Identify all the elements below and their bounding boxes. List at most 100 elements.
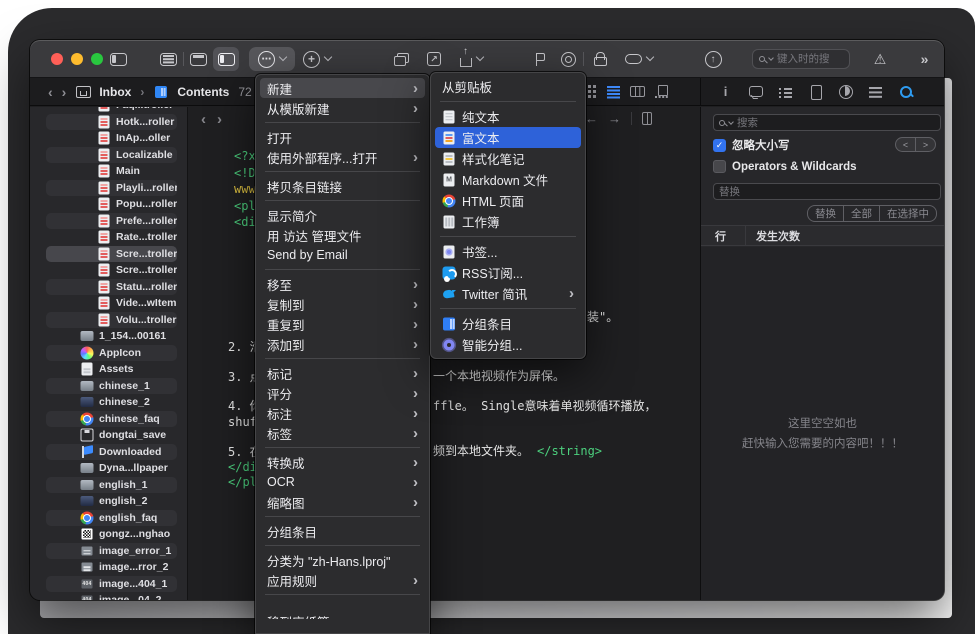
menu-item[interactable]: 添加到 (260, 334, 425, 354)
checkbox-checked-icon[interactable] (713, 139, 726, 152)
list-item[interactable]: chinese_faq (46, 411, 177, 428)
list-item[interactable]: image...04_2 (46, 592, 177, 600)
menu-item[interactable]: 用 访达 管理文件 (260, 225, 425, 245)
list-item[interactable]: Faq...troller (46, 107, 177, 114)
list-item[interactable]: Main (46, 163, 177, 180)
menu-item[interactable]: Send by Email (260, 245, 425, 265)
list-item[interactable]: Prefe...roller (46, 213, 177, 230)
toolbar-search-input[interactable] (777, 53, 843, 65)
replace-all-button[interactable]: 全部 (843, 206, 879, 221)
replace-in-selection-button[interactable]: 在选择中 (879, 206, 936, 221)
list-item[interactable]: Scre...troller (46, 262, 177, 279)
info-icon[interactable] (718, 84, 733, 99)
document-icon[interactable] (808, 84, 823, 99)
more-menu-button[interactable] (249, 47, 295, 71)
menu-item[interactable]: 分类为 "zh-Hans.lproj" (260, 550, 425, 570)
menu-item[interactable]: 拷贝条目链接 (260, 176, 425, 196)
menu-item[interactable]: 新建 (260, 78, 425, 98)
search-icon[interactable] (898, 84, 913, 99)
list-item[interactable]: Scre...troller (46, 246, 177, 263)
minimize-button[interactable] (71, 53, 83, 65)
submenu-item[interactable]: 智能分组... (435, 334, 581, 355)
list-item[interactable]: Volu...troller (46, 312, 177, 329)
ignore-case-option[interactable]: 忽略大小写 (713, 137, 790, 153)
page-back-button[interactable]: ‹ (201, 111, 206, 128)
list-item[interactable]: english_1 (46, 477, 177, 494)
list-view-icon[interactable] (606, 84, 621, 99)
list-item[interactable]: Hotk...roller (46, 114, 177, 131)
menu-item[interactable]: 评分 (260, 383, 425, 403)
replace-input[interactable] (719, 186, 935, 198)
column-occurrences[interactable]: 发生次数 (746, 228, 800, 244)
wrap-left-icon[interactable]: ← (585, 111, 598, 126)
book-icon[interactable] (642, 112, 652, 125)
breadcrumb-item-contents[interactable]: Contents (177, 85, 229, 99)
top-panel-icon[interactable] (188, 40, 208, 78)
submenu-item[interactable]: 纯文本 (435, 106, 581, 127)
list-item[interactable]: Popu...roller (46, 196, 177, 213)
list-item[interactable]: image...rror_2 (46, 559, 177, 576)
menu-item[interactable]: 移至 (260, 274, 425, 294)
menu-item[interactable]: 移到废纸篓 (260, 599, 425, 619)
list-item[interactable]: chinese_1 (46, 378, 177, 395)
submenu-item[interactable]: 工作簿 (435, 211, 581, 232)
checkbox-unchecked-icon[interactable] (713, 160, 726, 173)
menu-item[interactable]: OCR (260, 472, 425, 492)
cloud-upload-icon[interactable] (702, 40, 724, 78)
comment-icon[interactable] (748, 84, 763, 99)
submenu-item[interactable]: HTML 页面 (435, 190, 581, 211)
menu-item[interactable]: 标注 (260, 403, 425, 423)
breadcrumb-item-inbox[interactable]: Inbox (99, 85, 131, 99)
list-item[interactable]: english_faq (46, 510, 177, 527)
oval-menu-button[interactable] (622, 40, 656, 78)
menu-item[interactable]: 打开 (260, 127, 425, 147)
list-item[interactable]: Localizable (46, 147, 177, 164)
gallery-view-icon[interactable] (654, 84, 669, 99)
find-field[interactable] (713, 114, 941, 131)
back-button[interactable]: ‹ (48, 84, 53, 100)
column-line[interactable]: 行 (701, 228, 745, 244)
list-item[interactable]: Statu...roller (46, 279, 177, 296)
menu-item[interactable]: 分组条目 (260, 521, 425, 541)
list-item[interactable]: Assets (46, 361, 177, 378)
warning-icon[interactable] (870, 40, 890, 78)
contrast-icon[interactable] (838, 84, 853, 99)
menu-item[interactable]: 缩略图 (260, 492, 425, 512)
menu-item[interactable]: 显示简介 (260, 205, 425, 225)
submenu-item[interactable]: 富文本 (435, 127, 581, 148)
add-menu-button[interactable] (300, 40, 334, 78)
submenu-item[interactable]: 分组条目 (435, 313, 581, 334)
previous-match-button[interactable]: < (895, 137, 916, 152)
operators-option[interactable]: Operators & Wildcards (713, 160, 857, 173)
lines-icon[interactable] (868, 84, 883, 99)
find-input[interactable] (737, 117, 935, 129)
replace-field[interactable] (713, 183, 941, 200)
more-chevrons-icon[interactable]: » (914, 40, 934, 78)
column-view-icon[interactable] (630, 84, 645, 99)
submenu-item[interactable]: RSS订阅... (435, 262, 581, 283)
menu-item[interactable]: 从模版新建 (260, 98, 425, 118)
duplicate-icon[interactable] (390, 40, 412, 78)
list-item[interactable]: image...404_1 (46, 576, 177, 593)
list-item[interactable]: Rate...troller (46, 229, 177, 246)
menu-item[interactable]: 重复到 (260, 314, 425, 334)
list-item[interactable]: Vide...wItem (46, 295, 177, 312)
close-button[interactable] (51, 53, 63, 65)
list-item[interactable]: chinese_2 (46, 394, 177, 411)
list-item[interactable]: Downloaded (46, 444, 177, 461)
menu-item[interactable]: 标签 (260, 423, 425, 443)
list-item[interactable]: image_error_1 (46, 543, 177, 560)
outline-icon[interactable] (778, 84, 793, 99)
menu-item[interactable]: 转换成 (260, 452, 425, 472)
list-item[interactable]: AppIcon (46, 345, 177, 362)
left-panel-icon[interactable] (213, 47, 239, 71)
toolbar-search-field[interactable] (752, 49, 850, 69)
page-forward-button[interactable]: › (217, 111, 222, 128)
submenu-item[interactable]: Markdown 文件 (435, 169, 581, 190)
zoom-button[interactable] (91, 53, 103, 65)
forward-button[interactable]: › (62, 84, 67, 100)
submenu-item[interactable]: 从剪贴板 (435, 76, 581, 97)
lock-icon[interactable] (590, 40, 608, 78)
next-match-button[interactable]: > (915, 137, 936, 152)
sidebar-toggle-icon[interactable] (108, 40, 128, 78)
